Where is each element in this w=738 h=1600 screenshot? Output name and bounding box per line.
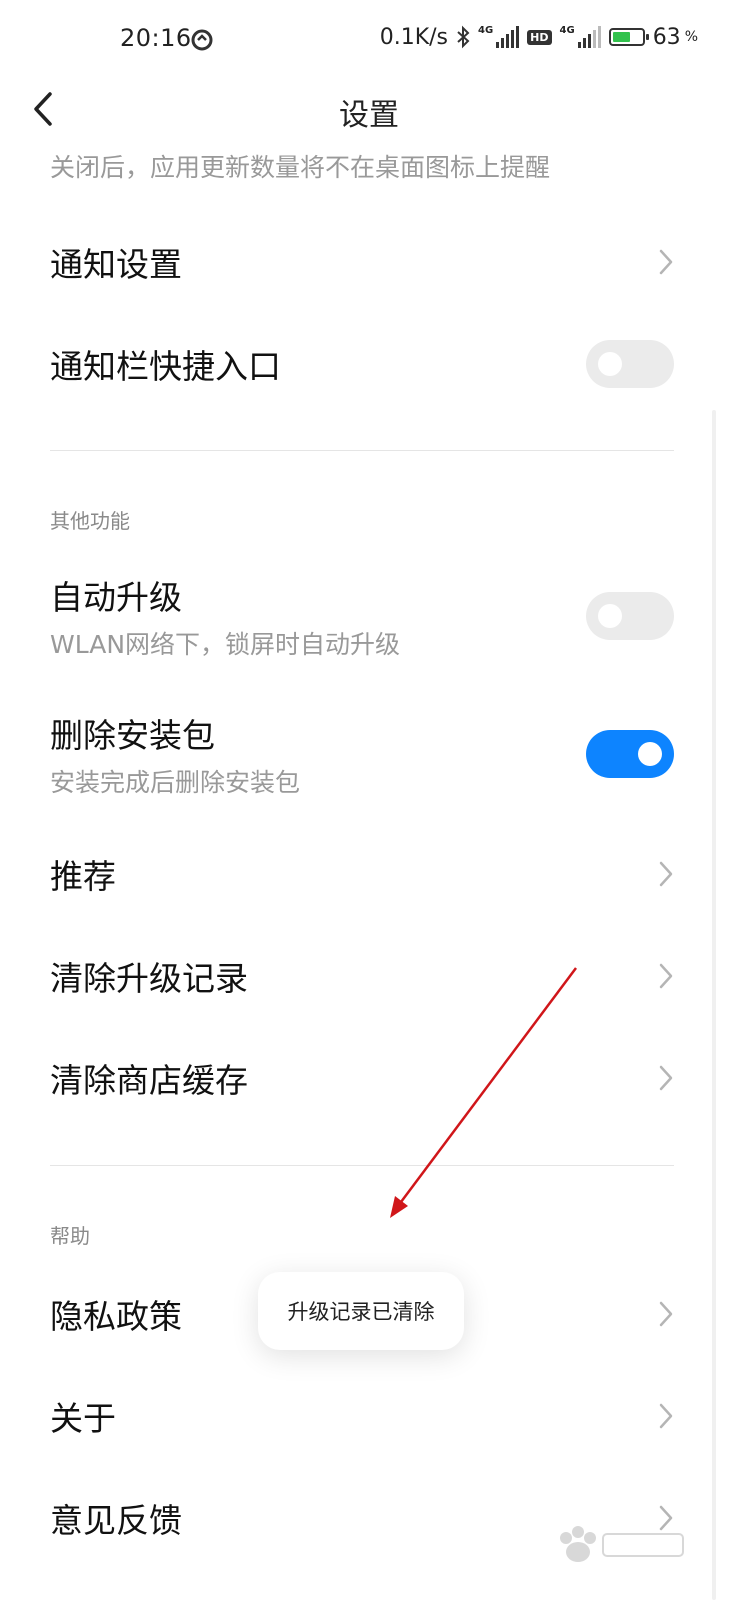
chevron-right-icon bbox=[659, 963, 673, 989]
delete-package-label: 删除安装包 bbox=[50, 716, 215, 755]
net-speed: 0.1K/s bbox=[379, 24, 448, 50]
chevron-right-icon bbox=[659, 861, 673, 887]
section-header-help: 帮助 bbox=[50, 1224, 90, 1248]
notify-shortcut-row: 通知栏快捷入口 bbox=[50, 336, 674, 392]
delete-package-row: 删除安装包 安装完成后删除安装包 bbox=[50, 714, 674, 797]
notify-shortcut-toggle[interactable] bbox=[586, 340, 674, 388]
page-title: 设置 bbox=[339, 98, 399, 133]
status-right-group: 0.1K/s 4G HD 4G 63 % bbox=[380, 22, 698, 52]
notify-settings-row[interactable]: 通知设置 bbox=[50, 234, 674, 290]
hd-icon: HD bbox=[527, 29, 552, 45]
delete-package-text: 删除安装包 安装完成后删除安装包 bbox=[50, 709, 300, 799]
network-type-2: 4G bbox=[559, 25, 575, 36]
update-badge-note: 关闭后，应用更新数量将不在桌面图标上提醒 bbox=[50, 153, 551, 182]
auto-upgrade-row: 自动升级 WLAN网络下，锁屏时自动升级 bbox=[50, 576, 674, 659]
baidu-watermark-icon bbox=[560, 1526, 684, 1562]
signal-icon: 4G bbox=[478, 25, 520, 48]
clear-store-cache-row[interactable]: 清除商店缓存 bbox=[50, 1050, 674, 1106]
divider bbox=[50, 1165, 674, 1166]
auto-upgrade-text: 自动升级 WLAN网络下，锁屏时自动升级 bbox=[50, 571, 400, 661]
clear-upgrade-records-row[interactable]: 清除升级记录 bbox=[50, 948, 674, 1004]
battery-charging-icon bbox=[608, 28, 649, 46]
section-header-other: 其他功能 bbox=[50, 509, 130, 533]
signal-icon-2: 4G bbox=[560, 26, 601, 48]
about-label: 关于 bbox=[50, 1399, 116, 1438]
delete-package-subtitle: 安装完成后删除安装包 bbox=[50, 768, 301, 797]
auto-upgrade-toggle[interactable] bbox=[586, 592, 674, 640]
chevron-right-icon bbox=[659, 1403, 673, 1429]
status-time: 20:16 bbox=[120, 24, 192, 52]
recommend-row[interactable]: 推荐 bbox=[50, 846, 674, 902]
chevron-right-icon bbox=[659, 1301, 673, 1327]
notify-shortcut-label: 通知栏快捷入口 bbox=[50, 347, 281, 386]
battery-percent: 63 bbox=[652, 24, 681, 50]
sync-icon bbox=[191, 29, 213, 51]
chevron-right-icon bbox=[659, 249, 673, 275]
status-bar: 20:16 0.1K/s 4G HD 4G 63 % bbox=[0, 0, 738, 84]
feedback-label: 意见反馈 bbox=[50, 1501, 182, 1540]
clear-store-cache-label: 清除商店缓存 bbox=[50, 1061, 248, 1100]
title-bar: 设置 bbox=[0, 84, 738, 134]
battery-percent-unit: % bbox=[684, 29, 698, 45]
auto-upgrade-subtitle: WLAN网络下，锁屏时自动升级 bbox=[50, 630, 401, 659]
notify-settings-label: 通知设置 bbox=[50, 245, 182, 284]
divider bbox=[50, 450, 674, 451]
toast-message: 升级记录已清除 bbox=[258, 1272, 464, 1350]
auto-upgrade-label: 自动升级 bbox=[50, 578, 182, 617]
delete-package-toggle[interactable] bbox=[586, 730, 674, 778]
scrollbar[interactable] bbox=[712, 410, 716, 1600]
network-type-1: 4G bbox=[478, 25, 494, 36]
privacy-policy-label: 隐私政策 bbox=[50, 1297, 182, 1336]
bluetooth-icon bbox=[457, 25, 470, 49]
clear-upgrade-records-label: 清除升级记录 bbox=[50, 959, 248, 998]
chevron-right-icon bbox=[659, 1065, 673, 1091]
about-row[interactable]: 关于 bbox=[50, 1388, 674, 1444]
recommend-label: 推荐 bbox=[50, 857, 116, 896]
